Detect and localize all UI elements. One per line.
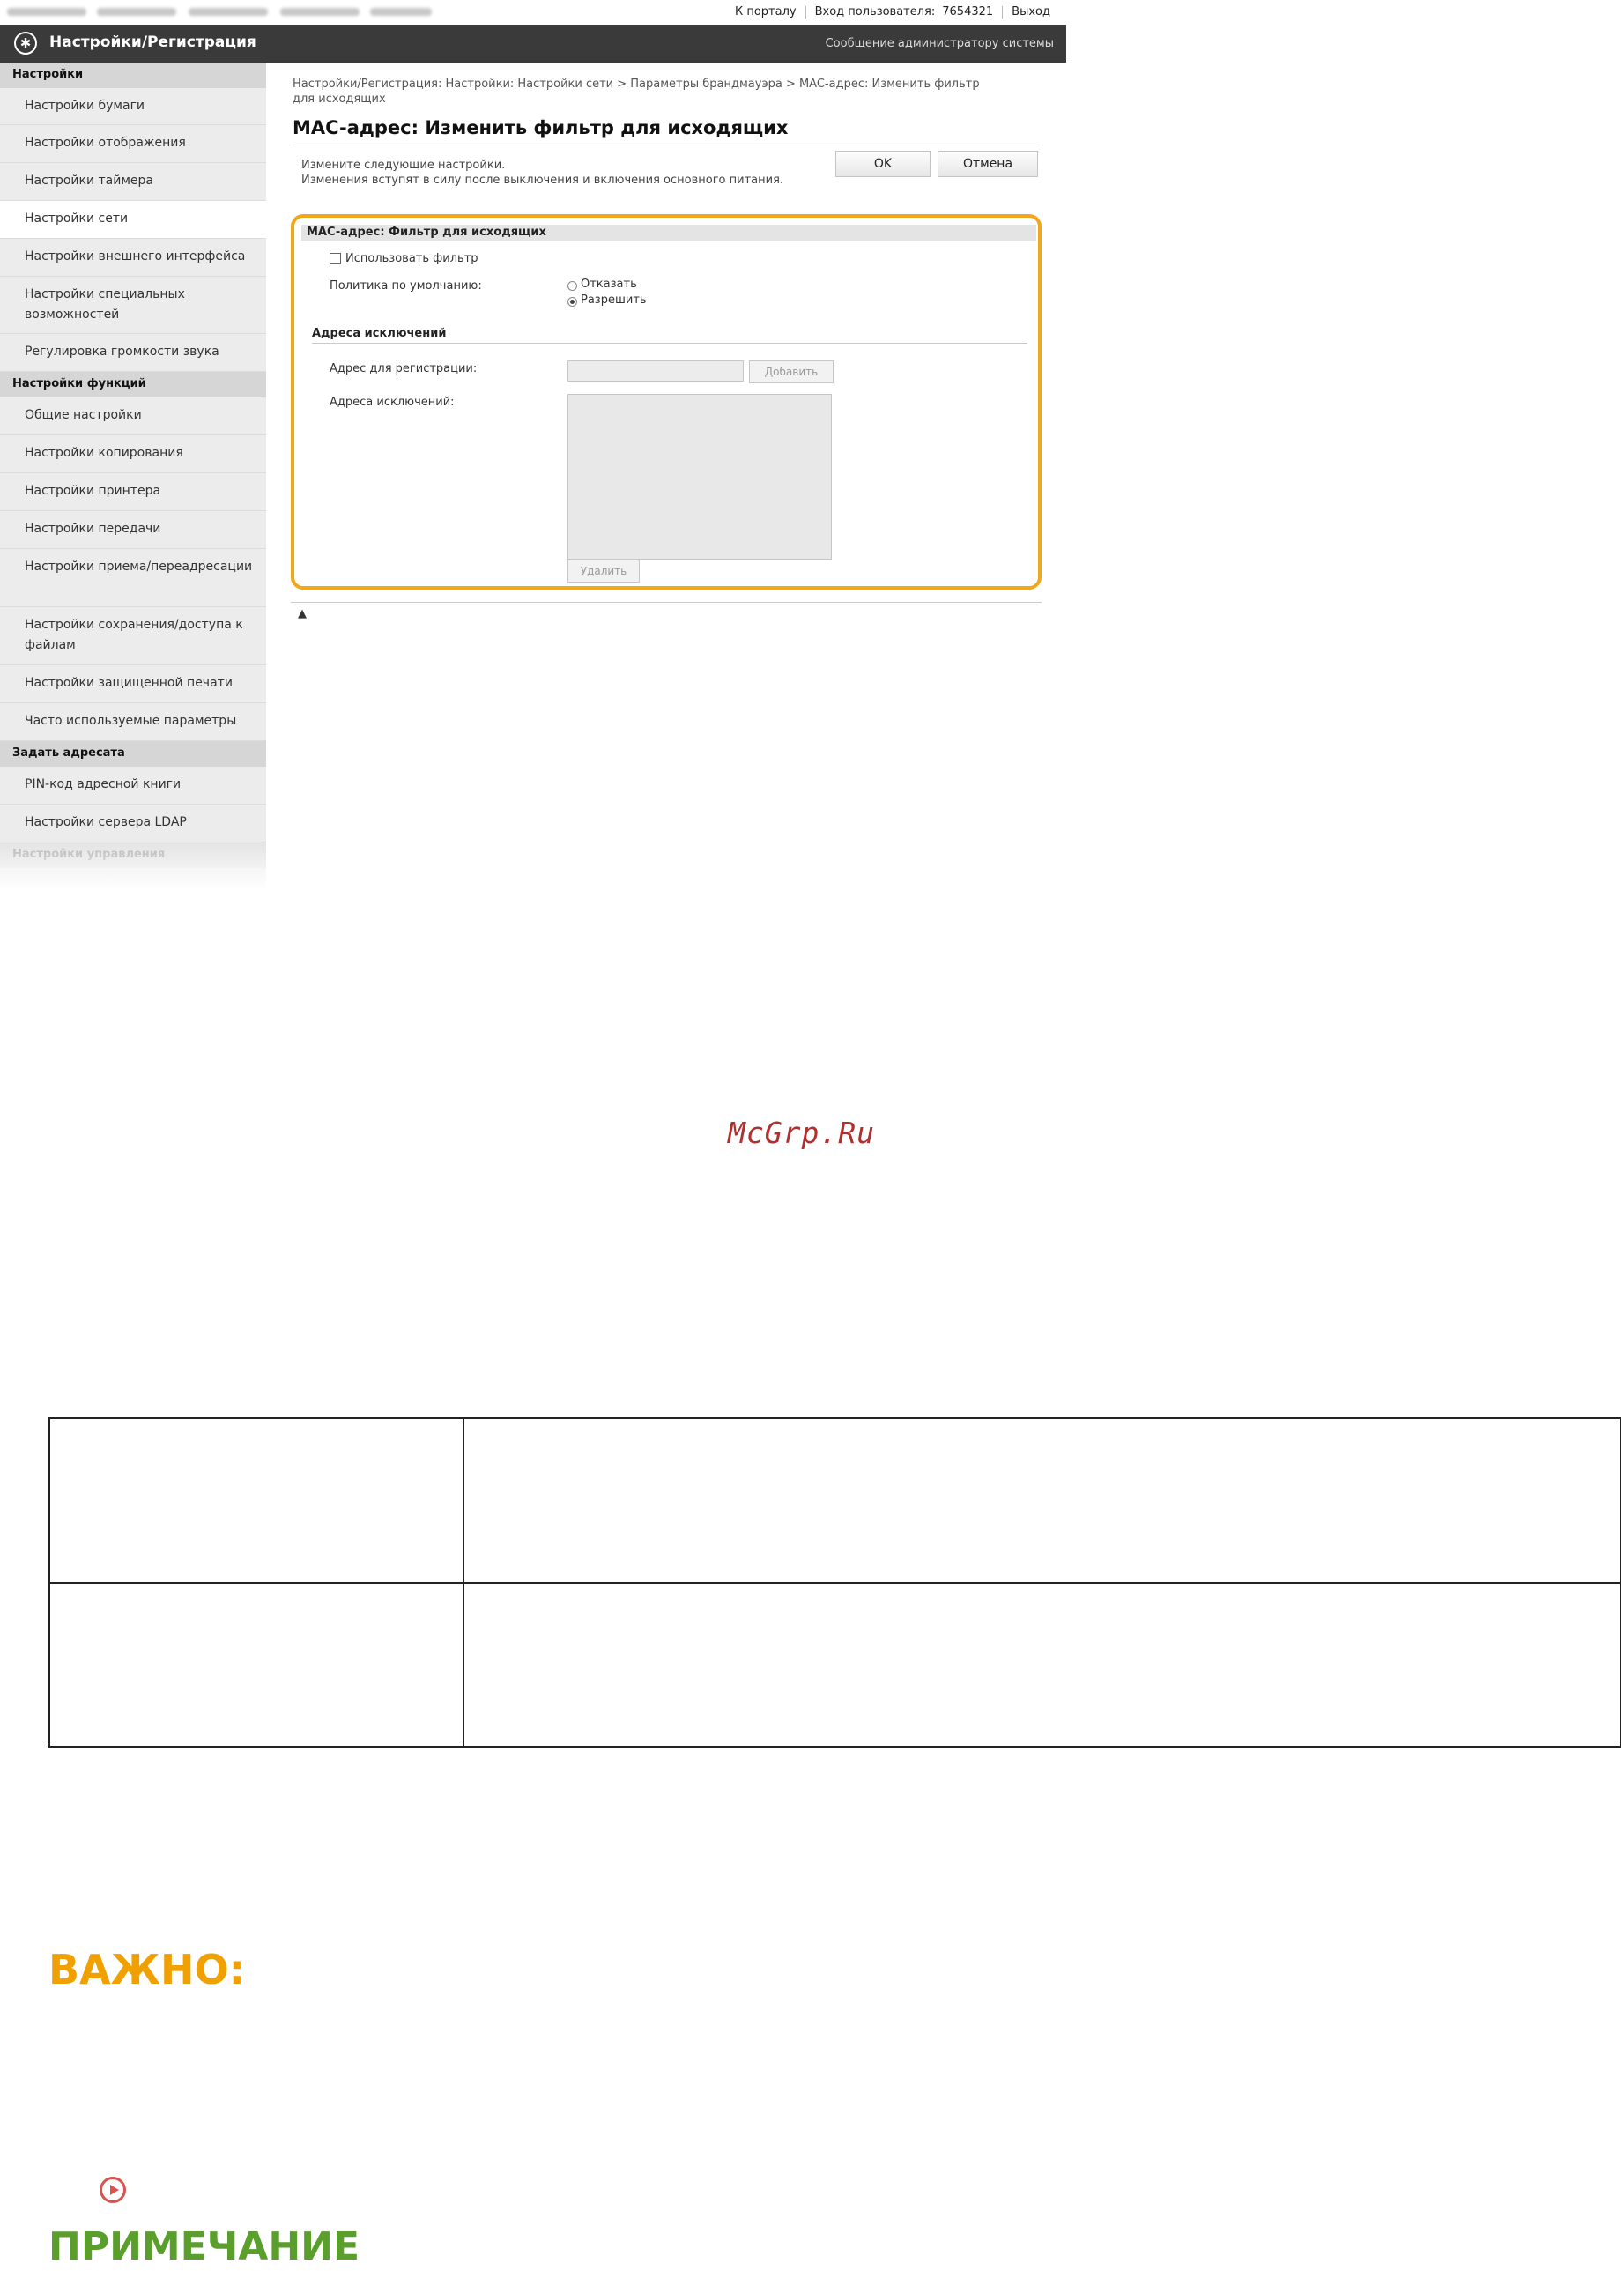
sidebar-group-settings: Настройки xyxy=(0,63,266,88)
top-links: К порталу Вход пользователя: 7654321 Выхо… xyxy=(726,0,1059,25)
policy-reject-label: Отказать xyxy=(581,278,637,291)
sidebar-item-common[interactable]: Общие настройки xyxy=(0,397,266,435)
register-address-label: Адрес для регистрации: xyxy=(330,362,478,375)
logout-link[interactable]: Выход xyxy=(1002,6,1059,19)
sidebar-group-management[interactable]: Настройки управления xyxy=(0,842,266,868)
blurred-text xyxy=(97,8,176,16)
login-label: Вход пользователя: xyxy=(814,5,936,19)
sidebar-item-secure-print[interactable]: Настройки защищенной печати xyxy=(0,665,266,703)
sidebar-item-favorites[interactable]: Часто используемые параметры xyxy=(0,703,266,741)
sidebar-item-send[interactable]: Настройки передачи xyxy=(0,511,266,549)
page-title: MAC-адрес: Изменить фильтр для исходящих xyxy=(293,117,789,138)
default-policy-label: Политика по умолчанию: xyxy=(330,279,482,293)
breadcrumb: Настройки/Регистрация: Настройки: Настро… xyxy=(293,78,980,106)
sidebar-item-receive-forward[interactable]: Настройки приема/переадресации xyxy=(0,549,266,607)
policy-reject-radio[interactable] xyxy=(567,281,577,291)
sidebar-item-printer[interactable]: Настройки принтера xyxy=(0,473,266,511)
sidebar-item-external-interface[interactable]: Настройки внешнего интерфейса xyxy=(0,239,266,277)
policy-allow-label: Разрешить xyxy=(581,293,647,307)
divider xyxy=(291,602,1042,603)
intro-text: Измените следующие настройки. Изменения … xyxy=(301,158,795,188)
table-row xyxy=(48,1581,1621,1748)
blurred-text xyxy=(280,8,360,16)
sidebar-item-ldap[interactable]: Настройки сервера LDAP xyxy=(0,805,266,842)
table-cell xyxy=(48,1581,464,1748)
sidebar-item-volume[interactable]: Регулировка громкости звука xyxy=(0,334,266,372)
policy-allow-radio[interactable] xyxy=(567,297,577,307)
exception-address-list[interactable] xyxy=(567,394,832,560)
login-info: Вход пользователя: 7654321 xyxy=(805,6,1003,19)
table-cell xyxy=(463,1417,1621,1584)
sidebar: Настройки Настройки бумаги Настройки ото… xyxy=(0,63,266,890)
sidebar-item-store-access-files[interactable]: Настройки сохранения/доступа к файлам xyxy=(0,607,266,665)
sidebar-group-functions: Настройки функций xyxy=(0,372,266,397)
sidebar-item-copy[interactable]: Настройки копирования xyxy=(0,435,266,473)
header-bar: ✱ Настройки/Регистрация Сообщение админи… xyxy=(0,25,1066,63)
back-to-top-icon[interactable]: ▲ xyxy=(298,607,307,620)
app-title: Настройки/Регистрация xyxy=(49,33,256,51)
mac-filter-panel: MAC-адрес: Фильтр для исходящих Использо… xyxy=(291,214,1042,590)
intro-line: Изменения вступят в силу после выключени… xyxy=(301,174,784,187)
use-filter-checkbox[interactable] xyxy=(330,253,341,264)
sidebar-item-address-book-pin[interactable]: PIN-код адресной книги xyxy=(0,767,266,805)
description-table xyxy=(48,1417,1621,1748)
blurred-text xyxy=(7,8,86,16)
exception-addresses-heading: Адреса исключений xyxy=(312,327,1027,344)
important-heading: ВАЖНО: xyxy=(48,1946,245,1993)
add-button[interactable]: Добавить xyxy=(749,360,834,383)
sidebar-item-network[interactable]: Настройки сети xyxy=(0,201,266,239)
table-cell xyxy=(463,1581,1621,1748)
blurred-text xyxy=(189,8,268,16)
settings-logo-icon: ✱ xyxy=(14,32,37,55)
delete-button[interactable]: Удалить xyxy=(567,560,640,583)
cancel-button[interactable]: Отмена xyxy=(938,151,1038,177)
sidebar-item-accessibility[interactable]: Настройки специальных возможностей xyxy=(0,277,266,334)
sidebar-item-paper[interactable]: Настройки бумаги xyxy=(0,88,266,125)
main-content: Настройки/Регистрация: Настройки: Настро… xyxy=(266,63,1066,890)
top-bar: К порталу Вход пользователя: 7654321 Выхо… xyxy=(0,0,1066,25)
user-id: 7654321 xyxy=(942,5,994,19)
admin-message-link[interactable]: Сообщение администратору системы xyxy=(826,37,1054,50)
note-heading: ПРИМЕЧАНИЕ xyxy=(48,2224,360,2269)
register-address-input[interactable] xyxy=(567,360,744,382)
use-filter-label: Использовать фильтр xyxy=(345,252,478,265)
sidebar-group-address: Задать адресата xyxy=(0,741,266,767)
watermark-text: McGrp.Ru xyxy=(728,1116,875,1150)
sidebar-item-timer[interactable]: Настройки таймера xyxy=(0,163,266,201)
screenshot: К порталу Вход пользователя: 7654321 Выхо… xyxy=(0,0,1066,890)
exception-list-label: Адреса исключений: xyxy=(330,396,455,409)
blurred-text xyxy=(370,8,432,16)
table-row xyxy=(48,1417,1621,1584)
intro-line: Измените следующие настройки. xyxy=(301,159,506,172)
link-arrow-icon[interactable] xyxy=(100,2177,126,2203)
panel-title: MAC-адрес: Фильтр для исходящих xyxy=(301,225,1036,241)
portal-link[interactable]: К порталу xyxy=(726,6,805,19)
table-cell xyxy=(48,1417,464,1584)
ok-button[interactable]: OK xyxy=(835,151,931,177)
sidebar-item-display[interactable]: Настройки отображения xyxy=(0,125,266,163)
